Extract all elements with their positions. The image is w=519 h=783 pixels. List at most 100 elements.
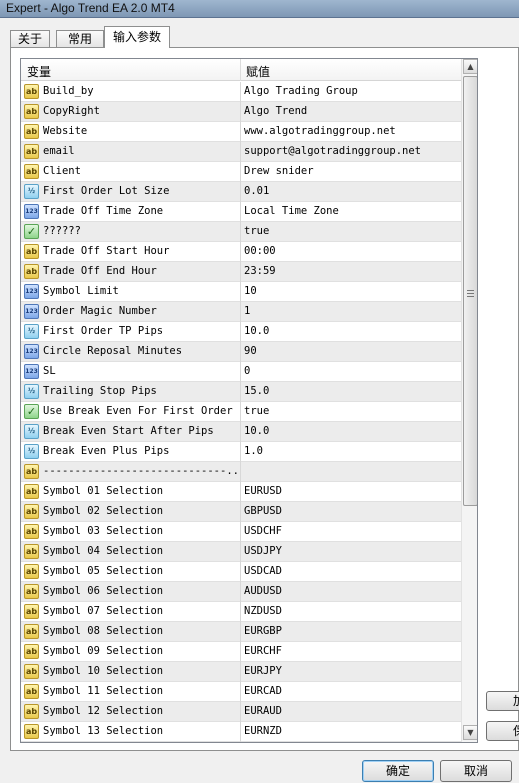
string-icon: ab [24,664,39,679]
variable-value[interactable]: Local Time Zone [244,205,339,217]
variable-value[interactable]: USDCHF [244,525,282,537]
table-row[interactable]: ½ First Order Lot Size 0.01 [21,182,461,202]
ok-button[interactable]: 确定 [362,760,434,782]
variable-name: Symbol 04 Selection [43,545,164,557]
variable-value[interactable]: USDJPY [244,545,282,557]
variable-value[interactable]: 15.0 [244,385,269,397]
table-row[interactable]: ab Symbol 03 Selection USDCHF [21,522,461,542]
table-row[interactable]: ab Symbol 08 Selection EURGBP [21,622,461,642]
string-icon: ab [24,704,39,719]
variable-value[interactable]: NZDUSD [244,605,282,617]
variable-value[interactable]: Drew snider [244,165,314,177]
variable-value[interactable]: Algo Trading Group [244,85,358,97]
table-row[interactable]: ab Symbol 04 Selection USDJPY [21,542,461,562]
table-row[interactable]: ab Symbol 12 Selection EURAUD [21,702,461,722]
variable-value[interactable]: EURAUD [244,705,282,717]
variable-name: Build_by [43,85,94,97]
table-row[interactable]: ab Client Drew snider [21,162,461,182]
scroll-thumb[interactable] [463,76,477,506]
variable-value[interactable]: USDCAD [244,565,282,577]
column-divider[interactable] [240,59,241,81]
table-row[interactable]: ab Symbol 11 Selection EURCAD [21,682,461,702]
variable-value[interactable]: 1.0 [244,445,263,457]
scroll-up-arrow-icon[interactable]: ▲ [463,59,477,74]
variable-value[interactable]: EURJPY [244,665,282,677]
string-icon: ab [24,464,39,479]
variable-name: Symbol 03 Selection [43,525,164,537]
scroll-down-arrow-icon[interactable]: ▼ [463,725,477,740]
variable-value[interactable]: 00:00 [244,245,276,257]
table-row[interactable]: ab -----------------------------... [21,462,461,482]
table-row[interactable]: ab Symbol 07 Selection NZDUSD [21,602,461,622]
bool-icon: ✓ [24,404,39,419]
variable-value[interactable]: EURCHF [244,645,282,657]
variable-value[interactable]: support@algotradinggroup.net [244,145,421,157]
double-icon: ½ [24,324,39,339]
table-row[interactable]: ab email support@algotradinggroup.net [21,142,461,162]
variable-value[interactable]: EURUSD [244,485,282,497]
variable-name: Trade Off Start Hour [43,245,170,257]
string-icon: ab [24,484,39,499]
table-row[interactable]: ab Website www.algotradinggroup.net [21,122,461,142]
variable-value[interactable]: 0.01 [244,185,269,197]
table-row[interactable]: 123 Symbol Limit 10 [21,282,461,302]
tab-common[interactable]: 常用 [56,30,104,48]
variable-value[interactable]: 10.0 [244,425,269,437]
table-row[interactable]: ab Build_by Algo Trading Group [21,82,461,102]
load-button[interactable]: 加 [486,691,519,711]
variable-value[interactable]: GBPUSD [244,505,282,517]
string-icon: ab [24,724,39,739]
table-row[interactable]: ab Symbol 06 Selection AUDUSD [21,582,461,602]
table-row[interactable]: ½ Trailing Stop Pips 15.0 [21,382,461,402]
cancel-button[interactable]: 取消 [440,760,512,782]
variable-value[interactable]: www.algotradinggroup.net [244,125,396,137]
variable-value[interactable]: EURNZD [244,725,282,737]
variable-value[interactable]: 0 [244,365,250,377]
tab-inputs[interactable]: 输入参数 [104,26,170,48]
save-button[interactable]: 保 [486,721,519,741]
variable-value[interactable]: 10.0 [244,325,269,337]
variable-value[interactable]: AUDUSD [244,585,282,597]
table-row[interactable]: ab Trade Off Start Hour 00:00 [21,242,461,262]
variable-value[interactable]: EURGBP [244,625,282,637]
table-row[interactable]: ab Symbol 10 Selection EURJPY [21,662,461,682]
table-row[interactable]: ab Symbol 02 Selection GBPUSD [21,502,461,522]
tab-about[interactable]: 关于 [10,30,50,48]
variable-value[interactable]: 10 [244,285,257,297]
cell-divider [240,402,241,422]
table-row[interactable]: ✓ Use Break Even For First Order true [21,402,461,422]
variable-value[interactable]: 90 [244,345,257,357]
variable-value[interactable]: EURCAD [244,685,282,697]
variable-name: email [43,145,75,157]
variable-name: Website [43,125,88,137]
column-header-variable[interactable]: 变量 [27,63,51,80]
table-row[interactable]: ½ Break Even Start After Pips 10.0 [21,422,461,442]
window-title: Expert - Algo Trend EA 2.0 MT4 [6,1,175,15]
vertical-scrollbar[interactable]: ▲ ▼ [461,59,477,742]
table-row[interactable]: 123 Circle Reposal Minutes 90 [21,342,461,362]
variable-value[interactable]: true [244,405,269,417]
table-row[interactable]: ab Symbol 09 Selection EURCHF [21,642,461,662]
column-header-value[interactable]: 赋值 [246,63,270,80]
table-row[interactable]: ab Trade Off End Hour 23:59 [21,262,461,282]
variable-value[interactable]: true [244,225,269,237]
table-row[interactable]: ab Symbol 01 Selection EURUSD [21,482,461,502]
variable-name: Symbol Limit [43,285,119,297]
string-icon: ab [24,644,39,659]
table-row[interactable]: ½ Break Even Plus Pips 1.0 [21,442,461,462]
cell-divider [240,362,241,382]
variable-value[interactable]: Algo Trend [244,105,307,117]
table-row[interactable]: ab Symbol 05 Selection USDCAD [21,562,461,582]
table-row[interactable]: 123 SL 0 [21,362,461,382]
variable-name: Order Magic Number [43,305,157,317]
variable-value[interactable]: 23:59 [244,265,276,277]
table-row[interactable]: ab CopyRight Algo Trend [21,102,461,122]
variable-value[interactable]: 1 [244,305,250,317]
grip-icon [467,290,474,297]
table-row[interactable]: ab Symbol 13 Selection EURNZD [21,722,461,742]
table-row[interactable]: 123 Order Magic Number 1 [21,302,461,322]
table-row[interactable]: ✓?????? true [21,222,461,242]
string-icon: ab [24,244,39,259]
table-row[interactable]: 123 Trade Off Time Zone Local Time Zone [21,202,461,222]
table-row[interactable]: ½ First Order TP Pips 10.0 [21,322,461,342]
